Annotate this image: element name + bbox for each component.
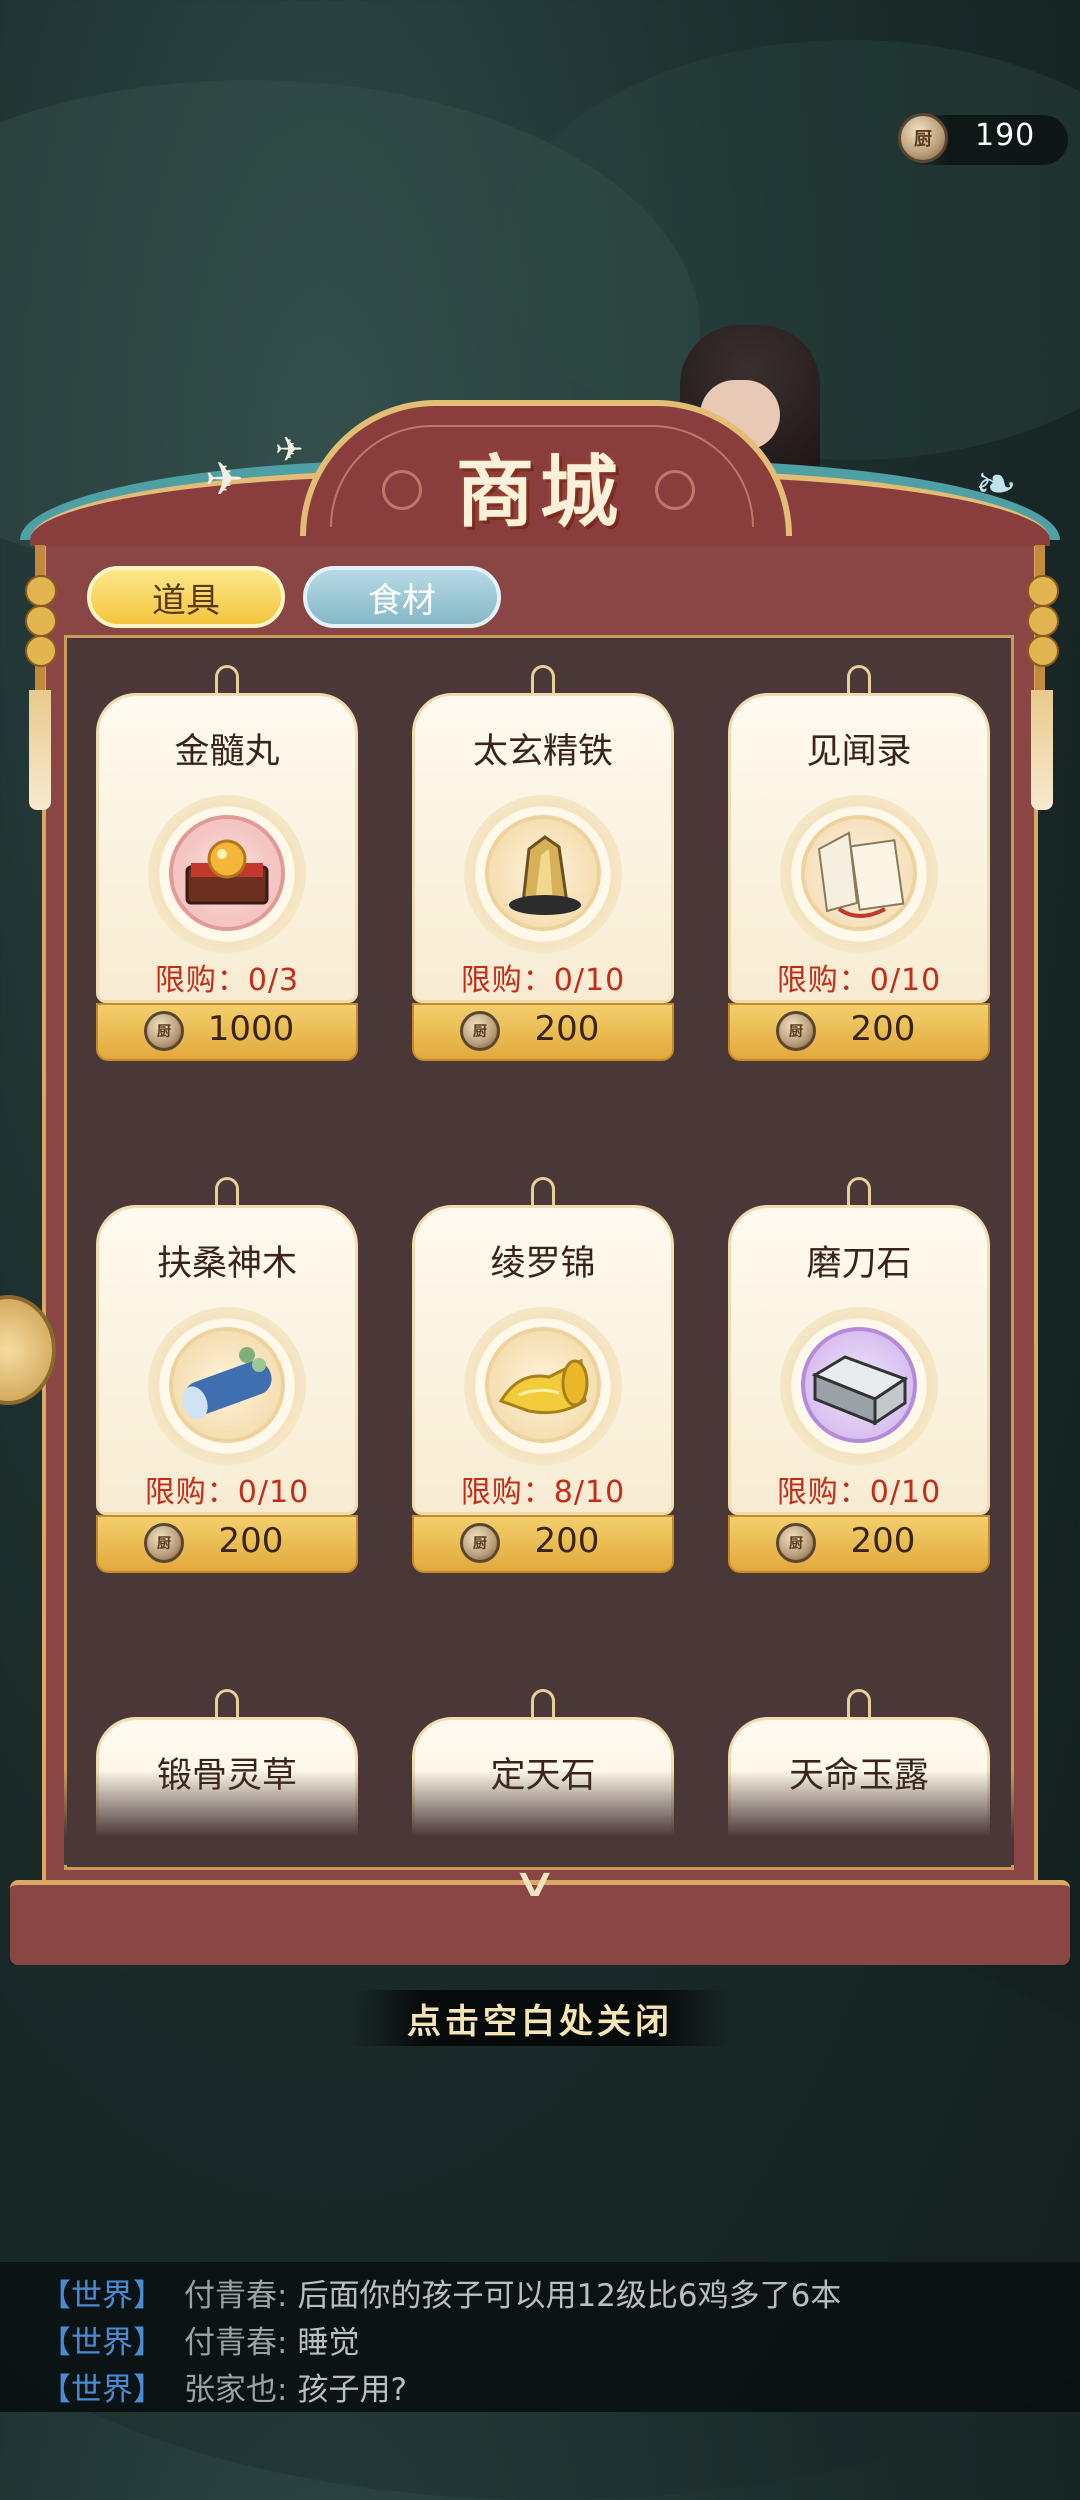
item-price: 200 [534, 1009, 600, 1049]
bead-ornament [1027, 575, 1059, 607]
world-chat[interactable]: 【世界】 付青春: 后面你的孩子可以用12级比6鸡多了6本 【世界】 付青春: 睡觉 【… [0, 2262, 1080, 2412]
bead-ornament [25, 635, 57, 667]
bead-ornament [25, 575, 57, 607]
item-price: 200 [850, 1521, 916, 1561]
item-name: 太玄精铁 [472, 732, 613, 772]
whetstone-icon [801, 1327, 917, 1443]
bead-ornament [1027, 605, 1059, 637]
shop-item-card[interactable]: 太玄精铁 限购：0/10 厨 200 [412, 665, 674, 1065]
bead-ornament [1027, 635, 1059, 667]
scroll-fade [64, 1770, 1014, 1865]
chef-coin-icon: 厨 [144, 1523, 184, 1563]
currency-amount: 190 [975, 118, 1036, 153]
item-price: 200 [850, 1009, 916, 1049]
tab-ingredients[interactable]: 食材 [303, 566, 501, 628]
chef-coin-icon: 厨 [144, 1011, 184, 1051]
tab-items[interactable]: 道具 [87, 566, 285, 628]
chef-coin-icon: 厨 [776, 1523, 816, 1563]
book-icon [801, 815, 917, 931]
chat-channel: 【世界】 [40, 2278, 164, 2314]
shop-item-card[interactable]: 见闻录 限购：0/10 厨 200 [728, 665, 990, 1065]
chat-sender: 付青春: [184, 2325, 288, 2361]
item-price: 1000 [207, 1009, 295, 1049]
chef-coin-icon: 厨 [460, 1523, 500, 1563]
chat-message: 孩子用? [297, 2372, 407, 2408]
coin-ornament-icon [655, 470, 695, 510]
chef-coin-icon: 厨 [460, 1011, 500, 1051]
chat-channel: 【世界】 [40, 2325, 164, 2361]
chat-line: 【世界】 张家也: 孩子用? [40, 2364, 407, 2409]
chat-sender: 付青春: [184, 2278, 288, 2314]
shop-item-card[interactable]: 金髓丸 限购：0/3 厨 1000 [96, 665, 358, 1065]
item-price: 200 [534, 1521, 600, 1561]
chevron-down-icon[interactable]: ∨ [511, 1860, 558, 1906]
chat-channel: 【世界】 [40, 2372, 164, 2408]
purchase-limit: 限购：0/10 [776, 1475, 942, 1510]
coin-ornament-icon [382, 470, 422, 510]
chat-line: 【世界】 付青春: 睡觉 [40, 2317, 359, 2362]
purchase-limit: 限购：0/10 [144, 1475, 310, 1510]
shop-item-card[interactable]: 绫罗锦 限购：8/10 厨 200 [412, 1177, 674, 1577]
item-name: 绫罗锦 [490, 1244, 596, 1284]
purchase-limit: 限购：0/10 [460, 963, 626, 998]
chef-coin-icon: 厨 [898, 113, 948, 163]
treasure-chest-icon [169, 815, 285, 931]
item-name: 见闻录 [806, 732, 912, 772]
purchase-limit: 限购：8/10 [460, 1475, 626, 1510]
silk-scroll-icon [485, 1327, 601, 1443]
bird-icon: ✈ [275, 430, 304, 470]
chat-message: 睡觉 [297, 2325, 360, 2361]
gold-ore-icon [485, 815, 601, 931]
chat-message: 后面你的孩子可以用12级比6鸡多了6本 [297, 2278, 842, 2314]
shop-title: 商城 [455, 447, 624, 538]
item-name: 金髓丸 [174, 732, 280, 772]
butterfly-icon: ❧ [975, 455, 1017, 513]
shop-item-card[interactable]: 扶桑神木 限购：0/10 厨 200 [96, 1177, 358, 1577]
item-price: 200 [218, 1521, 284, 1561]
tassel-ornament [1031, 690, 1053, 810]
wood-log-icon [169, 1327, 285, 1443]
purchase-limit: 限购：0/3 [154, 963, 300, 998]
shop-item-card[interactable]: 磨刀石 限购：0/10 厨 200 [728, 1177, 990, 1577]
chat-line: 【世界】 付青春: 后面你的孩子可以用12级比6鸡多了6本 [40, 2270, 841, 2315]
purchase-limit: 限购：0/10 [776, 963, 942, 998]
bead-ornament [25, 605, 57, 637]
item-name: 磨刀石 [806, 1244, 912, 1284]
tassel-ornament [29, 690, 51, 810]
close-hint[interactable]: 点击空白处关闭 [350, 1990, 730, 2046]
item-name: 扶桑神木 [156, 1244, 297, 1284]
chat-sender: 张家也: [184, 2372, 288, 2408]
bird-icon: ✈ [205, 452, 244, 506]
chef-coin-icon: 厨 [776, 1011, 816, 1051]
shop-item-grid: 金髓丸 限购：0/3 厨 1000 太玄精铁 限购：0/10 厨 200 见闻录… [96, 665, 996, 1845]
